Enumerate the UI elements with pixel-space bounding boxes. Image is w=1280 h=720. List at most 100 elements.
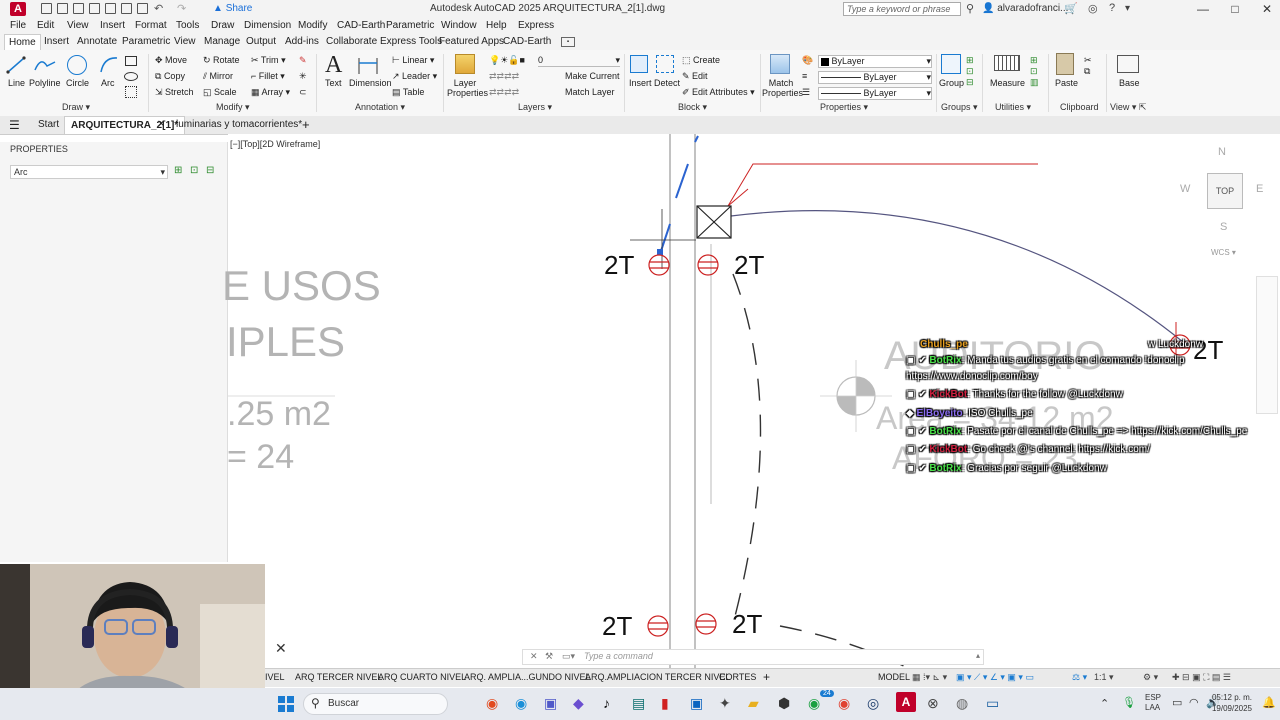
fillet-button[interactable]: ⌐ Fillet ▾ [251,71,285,82]
panel-annotation[interactable]: Annotation ▾ [355,102,405,113]
cart-icon[interactable]: 🛒 [1064,2,1078,15]
edit-block-button[interactable]: ✎ Edit [682,71,708,82]
app-icon-8[interactable]: ▭ [986,695,999,712]
navigation-bar[interactable] [1256,276,1278,414]
app-icon-6[interactable]: ⊗ [927,695,939,712]
user-account[interactable]: 👤 alvaradofranci... [982,3,1068,14]
tab-cad-earth[interactable]: CAD-Earth [503,36,551,47]
notifications-icon[interactable]: 🔔 [1262,696,1276,709]
select-objects-icon[interactable]: ⊡ [190,165,198,176]
arc-button[interactable]: Arc [101,78,115,88]
viewcube-east[interactable]: E [1256,183,1263,195]
menu-help[interactable]: Help [486,20,507,31]
tab-featured-apps[interactable]: Featured Apps [439,36,504,47]
viewcube-north[interactable]: N [1218,146,1226,158]
layer-properties-button[interactable]: Layer Properties [447,78,488,98]
linear-button[interactable]: ⊢ Linear ▾ [392,55,434,66]
app-icon-4[interactable]: ✦ [719,695,731,712]
match-properties-button[interactable]: Match Properties [762,78,803,98]
panel-modify[interactable]: Modify ▾ [216,102,250,113]
utility-tools-icons[interactable]: ⊞ ⊡ ▥ [1030,55,1039,88]
menu-insert[interactable]: Insert [100,20,125,31]
teams-icon[interactable]: ▣ [544,695,557,712]
rotate-button[interactable]: ↻ Rotate [203,55,240,66]
layout-tab[interactable]: ARQ.AMPLIACION TERCER NIVEL [585,672,730,682]
mirror-button[interactable]: ⫽ Mirror [203,71,233,82]
layer-tools-icons[interactable]: ⇄⇄⇄⇄ [489,71,519,82]
menu-window[interactable]: Window [441,20,477,31]
text-button[interactable]: Text [325,78,342,88]
menu-edit[interactable]: Edit [37,20,54,31]
command-close-icon[interactable]: ✕ [530,651,538,662]
close-panel-icon[interactable]: ✕ [275,640,287,657]
stretch-button[interactable]: ⇲ Stretch [155,87,194,98]
layout-tab[interactable]: ARQ. AMPLIA...GUNDO NIVEL [464,672,591,682]
create-block-button[interactable]: ⬚ Create [682,55,720,66]
insert-button[interactable]: Insert [629,78,652,88]
layout-tab[interactable]: ARQ TERCER NIVEL [295,672,382,682]
tab-annotate[interactable]: Annotate [77,36,117,47]
linetype-dropdown[interactable]: ByLayer ▾ [818,71,932,84]
measure-button[interactable]: Measure [990,78,1025,88]
group-tools-icons[interactable]: ⊞ ⊡ ⊟ [966,55,974,88]
tab-add-ins[interactable]: Add-ins [285,36,319,47]
save-as-icon[interactable] [89,3,100,14]
copy-button[interactable]: ⧉ Copy [155,71,185,82]
command-input[interactable]: Type a command [584,651,653,661]
whatsapp-icon[interactable]: ◉ [808,695,820,712]
ribbon-options-icon[interactable]: ▪ [561,37,575,47]
lineweight-dropdown[interactable]: ByLayer ▾ [818,87,932,100]
viewcube-west[interactable]: W [1180,183,1190,195]
command-expand-icon[interactable]: ▴ [976,651,980,660]
tab-output[interactable]: Output [246,36,276,47]
table-button[interactable]: ▤ Table [392,87,424,98]
layout-tab[interactable]: CORTES [719,672,756,682]
language-indicator[interactable]: ESP LAA [1145,693,1161,713]
panel-groups[interactable]: Groups ▾ [941,102,978,113]
doc-tab-start[interactable]: Start [38,119,59,130]
firefox-icon[interactable]: ◉ [486,695,498,712]
layer-tools-icons-2[interactable]: ⇄⇄⇄⇄ [489,87,519,98]
drawing-canvas[interactable] [228,134,1280,668]
menu-modify[interactable]: Modify [298,20,327,31]
wcs-menu[interactable]: WCS ▾ [1211,248,1236,257]
save-icon[interactable] [73,3,84,14]
explode-icon[interactable]: ✳ [299,71,307,82]
group-button[interactable]: Group [939,78,964,88]
panel-properties[interactable]: Properties ▾ [820,102,868,113]
menu-dimension[interactable]: Dimension [244,20,291,31]
taskbar-search[interactable] [303,693,448,715]
rectangle-icon[interactable] [125,56,137,66]
menu-file[interactable]: File [10,20,26,31]
steam-icon[interactable]: ◎ [867,695,879,712]
ellipse-icon[interactable] [124,72,138,81]
edit-attributes-button[interactable]: ✐ Edit Attributes ▾ [682,87,755,98]
command-settings-icon[interactable]: ⚒ [545,651,553,662]
menu-draw[interactable]: Draw [211,20,234,31]
tiktok-icon[interactable]: ♪ [603,695,610,711]
tab-parametric[interactable]: Parametric [122,36,170,47]
viewcube-south[interactable]: S [1220,221,1227,233]
viewcube-top[interactable]: TOP [1207,173,1243,209]
doc-tab-active[interactable]: ARQUITECTURA_2[1]* [64,116,186,134]
doc-tab-close-icon[interactable]: ✕ [157,119,165,130]
app-menu-button[interactable]: A [10,2,26,16]
app-icon-2[interactable]: ▤ [632,695,645,712]
leader-button[interactable]: ↗ Leader ▾ [392,71,437,82]
clipboard-tools-icons[interactable]: ✂ ⧉ [1084,55,1092,77]
circle-button[interactable]: Circle [66,78,89,88]
doc-tab-luminarias[interactable]: luminarias y tomacorrientes* [176,119,302,130]
edge-icon[interactable]: ◉ [515,695,527,712]
new-file-icon[interactable] [41,3,52,14]
layout-tab[interactable]: ARQ CUARTO NIVEL [378,672,466,682]
match-layer-button[interactable]: Match Layer [565,87,615,97]
panel-view[interactable]: View ▾ ⇱ [1110,102,1146,113]
polyline-button[interactable]: Polyline [29,78,61,88]
paste-button[interactable]: Paste [1055,78,1078,88]
tab-express-tools[interactable]: Express Tools [380,36,442,47]
tab-collaborate[interactable]: Collaborate [326,36,377,47]
search-input[interactable]: Type a keyword or phrase [843,2,961,16]
tab-manage[interactable]: Manage [204,36,240,47]
maximize-button[interactable]: □ [1227,1,1243,17]
selection-dropdown[interactable]: Arc ▾ [10,165,168,179]
